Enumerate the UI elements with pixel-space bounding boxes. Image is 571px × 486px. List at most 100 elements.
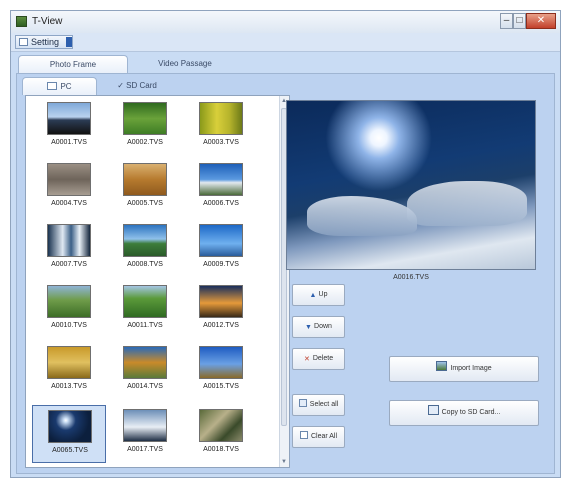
thumbnail-item[interactable]: A0004.TVS (32, 159, 106, 217)
thumbnail-name: A0008.TVS (127, 261, 163, 268)
image-icon (436, 361, 448, 371)
setting-menu[interactable]: Setting (15, 35, 73, 49)
thumbnail-item[interactable]: A0014.TVS (108, 342, 182, 400)
up-button[interactable]: ▲ Up (292, 284, 345, 306)
thumbnail-name: A0009.TVS (203, 261, 239, 268)
thumbnail-item[interactable]: A0012.TVS (184, 281, 258, 339)
thumbnail-name: A0001.TVS (51, 139, 87, 146)
snowy-mountains-photo-icon (123, 409, 167, 442)
village-aerial-photo-icon (199, 409, 243, 442)
waterfall-photo-icon (47, 224, 91, 257)
thumbnail-name: A0012.TVS (203, 322, 239, 329)
down-button-label: Down (314, 323, 332, 330)
clear-all-label: Clear All (310, 433, 338, 440)
thumbnail-item[interactable]: A0006.TVS (184, 159, 258, 217)
tab-pc[interactable]: PC (22, 77, 97, 95)
sunset-tree-photo-icon (199, 285, 243, 318)
green-meadow-photo-icon (123, 285, 167, 318)
clear-all-button[interactable]: Clear All (292, 426, 345, 448)
clear-all-icon (299, 431, 308, 439)
thumbnail-name: A0004.TVS (51, 200, 87, 207)
tab-sd-card-label: SD Card (126, 81, 157, 90)
setting-label: Setting (31, 37, 60, 47)
arrow-down-icon: ▼ (305, 324, 312, 331)
minimize-button[interactable]: – (500, 13, 513, 29)
app-logo-icon (16, 16, 27, 27)
thumbnail-item[interactable]: A0001.TVS (32, 98, 106, 156)
thumbnail-name: A0017.TVS (127, 446, 163, 453)
snow-rock-shape (307, 196, 417, 236)
thumbnail-item[interactable]: A0009.TVS (184, 220, 258, 278)
arrow-up-icon: ▲ (309, 292, 317, 299)
thumbnail-item[interactable]: A0008.TVS (108, 220, 182, 278)
thumbnail-item[interactable]: A0010.TVS (32, 281, 106, 339)
thumbnail-name: A0003.TVS (203, 139, 239, 146)
thumbnail-name: A0002.TVS (127, 139, 163, 146)
thumbnail-item[interactable]: A0015.TVS (184, 342, 258, 400)
delete-button-label: Delete (312, 355, 334, 362)
down-button[interactable]: ▼ Down (292, 316, 345, 338)
thumbnail-name: A0010.TVS (51, 322, 87, 329)
tab-sd-card[interactable]: ✓ SD Card (102, 77, 172, 95)
thumbnail-name: A0013.TVS (51, 383, 87, 390)
blue-horizon-photo-icon (199, 224, 243, 257)
blue-sky-tree-photo-icon (199, 163, 243, 196)
thumbnail-name: A0011.TVS (127, 322, 163, 329)
moonlit-snow-photo-icon (48, 410, 92, 443)
thumbnail-name: A0014.TVS (127, 383, 163, 390)
thumbnail-name: A0005.TVS (127, 200, 163, 207)
river-autumn-photo-icon (123, 346, 167, 379)
thumbnail-item[interactable]: A0007.TVS (32, 220, 106, 278)
thumbnail-item[interactable]: A0017.TVS (108, 405, 182, 463)
delete-button[interactable]: ✕ Delete (292, 348, 345, 370)
flag-icon (66, 37, 72, 47)
up-button-label: Up (318, 291, 328, 298)
import-image-button[interactable]: Import Image (389, 356, 539, 382)
blue-sky-field-photo-icon (199, 346, 243, 379)
import-image-label: Import Image (450, 365, 492, 372)
thumbnail-name: A0015.TVS (203, 383, 239, 390)
title-bar: T-View – □ ✕ (11, 11, 560, 34)
window-title: T-View (32, 16, 63, 27)
green-coast-photo-icon (47, 285, 91, 318)
sd-card-icon (427, 405, 439, 415)
thumbnail-name: A0006.TVS (203, 200, 239, 207)
yellow-grass-photo-icon (199, 102, 243, 135)
setting-icon (19, 38, 28, 46)
thumbnail-item[interactable]: A0018.TVS (184, 405, 258, 463)
select-all-label: Select all (309, 401, 339, 408)
thumbnail-name: A0007.TVS (51, 261, 87, 268)
thumbnail-item[interactable]: A0011.TVS (108, 281, 182, 339)
delete-x-icon: ✕ (303, 356, 310, 363)
thumbnail-name: A0018.TVS (203, 446, 239, 453)
menu-bar: Setting (11, 33, 560, 52)
pc-icon (47, 82, 58, 90)
thumbnail-item[interactable]: A0002.TVS (108, 98, 182, 156)
copy-to-sd-button[interactable]: Copy to SD Card... (389, 400, 539, 426)
desert-dunes-photo-icon (123, 163, 167, 196)
mountain-silhouette-photo-icon (47, 102, 91, 135)
thumbnail-item-selected[interactable]: A0065.TVS (32, 405, 106, 463)
copy-to-sd-label: Copy to SD Card... (441, 409, 501, 416)
maximize-button[interactable]: □ (513, 13, 526, 29)
green-field-photo-icon (123, 102, 167, 135)
select-all-icon (298, 399, 307, 407)
thumbnail-item[interactable]: A0013.TVS (32, 342, 106, 400)
thumbnail-item[interactable]: A0005.TVS (108, 159, 182, 217)
image-preview (286, 100, 536, 270)
thumbnail-name: A0065.TVS (52, 447, 88, 454)
thumbnail-item[interactable]: A0003.TVS (184, 98, 258, 156)
close-button[interactable]: ✕ (526, 13, 556, 29)
snow-rock-shape (407, 181, 527, 226)
thumbnail-grid: A0001.TVS A0002.TVS A0003.TVS A0004.TVS … (25, 95, 290, 468)
tab-video-passage[interactable]: Video Passage (130, 55, 240, 73)
golden-field-photo-icon (47, 346, 91, 379)
preview-filename: A0016.TVS (393, 274, 429, 281)
sd-check-icon: ✓ (117, 81, 124, 90)
tab-pc-label: PC (60, 82, 72, 91)
lake-landscape-photo-icon (123, 224, 167, 257)
scroll-down-icon[interactable]: ▼ (281, 458, 287, 466)
select-all-button[interactable]: Select all (292, 394, 345, 416)
tab-photo-frame[interactable]: Photo Frame (18, 55, 128, 73)
rocky-beach-photo-icon (47, 163, 91, 196)
